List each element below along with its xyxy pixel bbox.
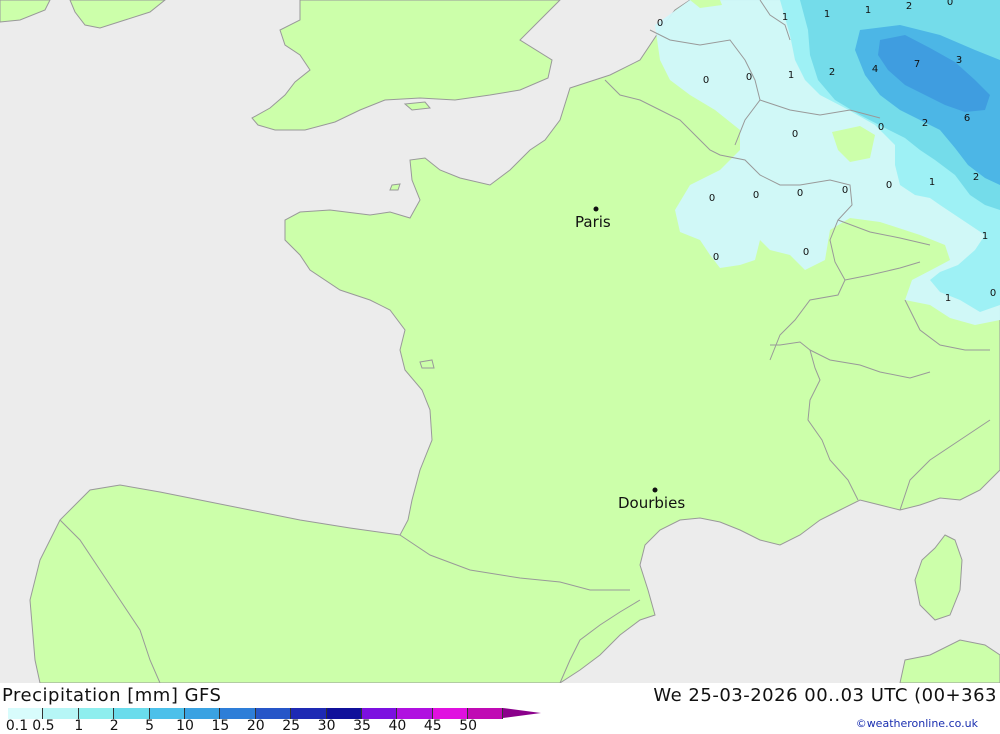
precip-value: 0 (746, 72, 752, 83)
legend-label: 50 (459, 718, 478, 734)
precip-value: 2 (906, 1, 912, 12)
precip-value: 2 (922, 118, 928, 129)
legend-label: 30 (317, 718, 336, 734)
map-title: Precipitation [mm] GFS (2, 685, 222, 706)
legend-label: 40 (388, 718, 407, 734)
precipitation-map[interactable]: Paris Dourbies 0 1 1 2 1 0 0 0 1 2 4 7 3… (0, 0, 1000, 684)
legend-label: 20 (246, 718, 265, 734)
precip-value: 7 (914, 59, 920, 70)
city-marker (593, 206, 599, 212)
precip-value: 1 (865, 5, 871, 16)
precip-value: 0 (709, 193, 715, 204)
legend-label: 5 (145, 718, 155, 734)
precip-value: 0 (990, 288, 996, 299)
precip-value: 1 (824, 9, 830, 20)
precip-value: 0 (842, 185, 848, 196)
precip-value: 0 (713, 252, 719, 263)
precip-value: 0 (886, 180, 892, 191)
legend-arrow (503, 708, 542, 718)
legend-label: 0.5 (32, 718, 55, 734)
precip-value: 1 (788, 70, 794, 81)
precip-value: 6 (964, 113, 970, 124)
precip-value: 0 (947, 0, 953, 8)
precip-value: 3 (956, 55, 962, 66)
precip-legend-labels: 0.1 0.5 1 2 5 10 15 20 25 30 35 40 45 50 (0, 718, 520, 734)
precip-value: 0 (792, 129, 798, 140)
credit-link[interactable]: ©weatheronline.co.uk (856, 717, 978, 730)
precip-value: 1 (782, 12, 788, 23)
legend-label: 35 (353, 718, 371, 734)
map-footer: Precipitation [mm] GFS We 25-03-2026 00.… (0, 683, 1000, 734)
land-ile-de-re (419, 359, 435, 369)
precip-value: 1 (929, 177, 935, 188)
forecast-datetime: We 25-03-2026 00..03 UTC (00+363 (653, 685, 997, 706)
precip-value: 0 (753, 190, 759, 201)
precip-value: 0 (797, 188, 803, 199)
precip-value: 1 (945, 293, 951, 304)
precip-value: 1 (982, 231, 988, 242)
precip-value: 4 (872, 64, 878, 75)
legend-label: 0.1 (5, 718, 29, 734)
legend-label: 45 (423, 718, 442, 734)
legend-label: 10 (176, 718, 194, 734)
legend-label: 25 (282, 718, 301, 734)
city-label-dourbies: Dourbies (618, 494, 685, 512)
legend-label: 1 (74, 718, 84, 734)
legend-label: 15 (211, 718, 230, 734)
precip-value: 2 (829, 67, 835, 78)
precip-value: 0 (657, 18, 663, 29)
legend-label: 2 (109, 718, 119, 734)
city-marker (652, 487, 658, 493)
precip-value: 0 (878, 122, 884, 133)
precip-value: 0 (703, 75, 709, 86)
precip-value: 2 (973, 172, 979, 183)
precip-value: 0 (803, 247, 809, 258)
city-label-paris: Paris (575, 213, 611, 231)
